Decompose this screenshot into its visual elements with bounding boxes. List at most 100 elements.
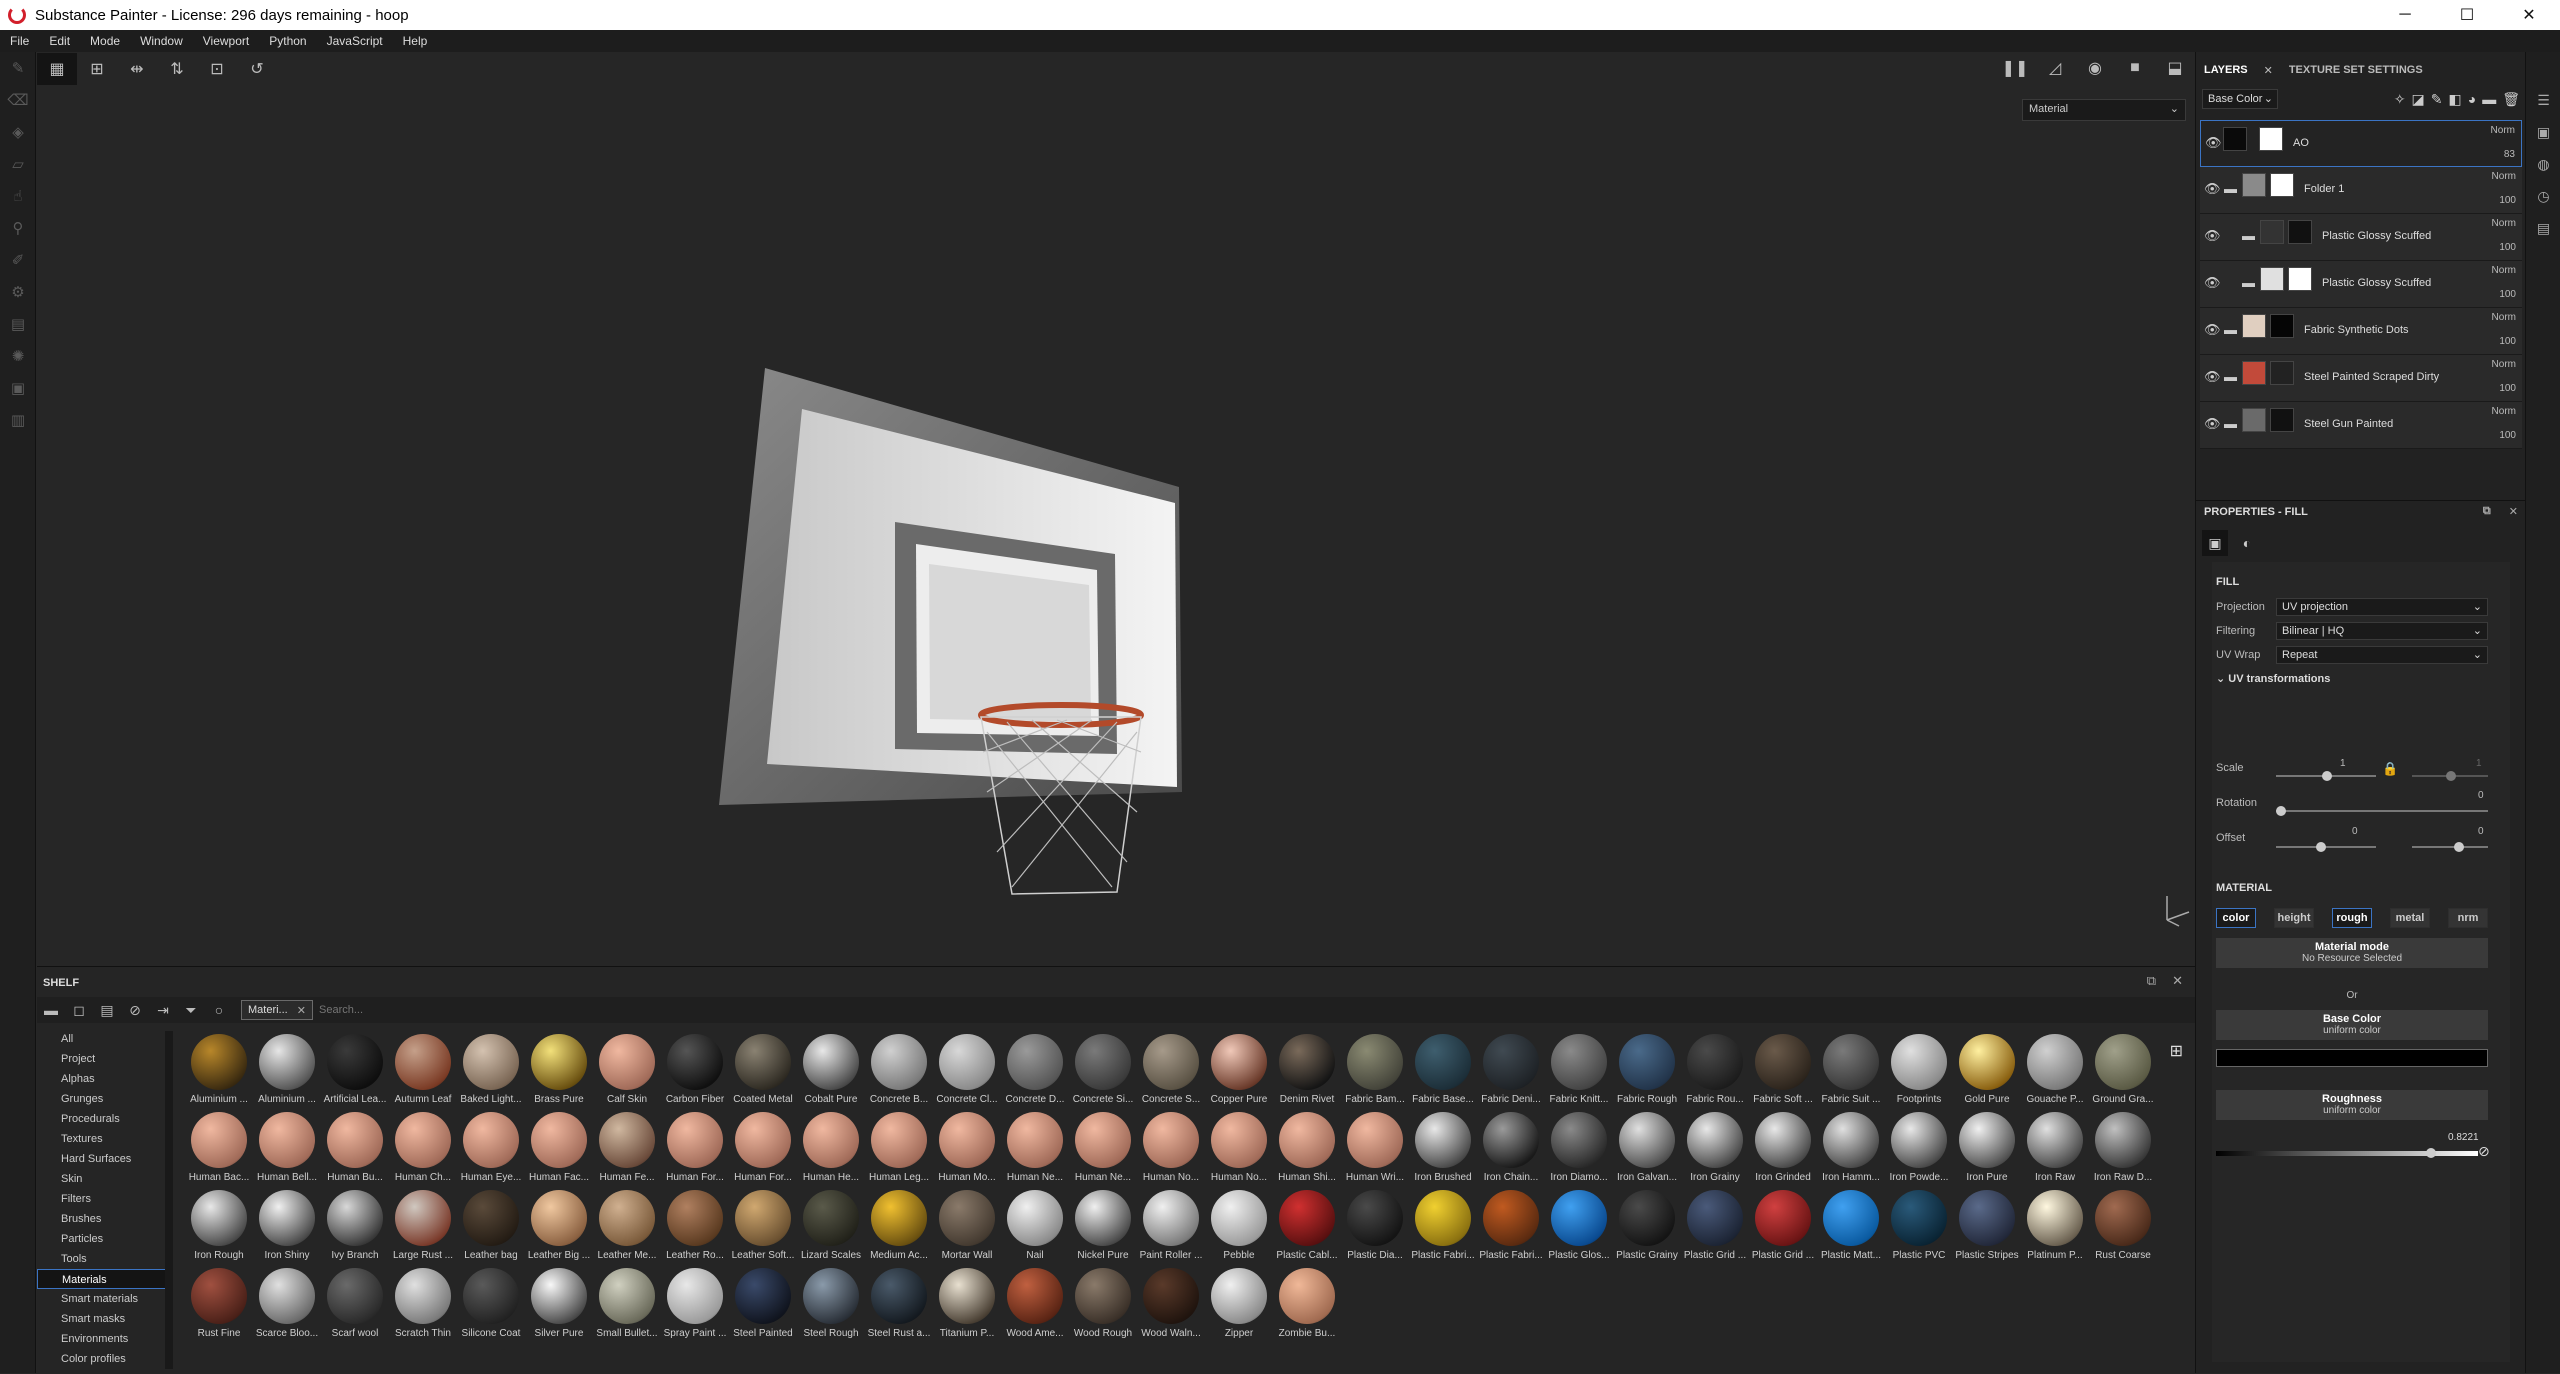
offset-y-slider[interactable] xyxy=(2412,842,2488,852)
material-thumbnail[interactable]: Coated Metal xyxy=(729,1033,797,1111)
grid-view-icon[interactable]: ▦ xyxy=(37,53,77,85)
material-thumbnail[interactable]: Human Ne... xyxy=(1069,1111,1137,1189)
smudge-tool-icon[interactable]: ☝ xyxy=(0,180,36,212)
add-folder-icon[interactable]: ▬ xyxy=(2482,91,2496,108)
material-thumbnail[interactable]: Concrete S... xyxy=(1137,1033,1205,1111)
add-fill-layer-icon[interactable]: ◧ xyxy=(2449,91,2462,108)
material-thumbnail[interactable]: Concrete B... xyxy=(865,1033,933,1111)
visibility-eye-icon[interactable]: 👁 xyxy=(2204,228,2221,244)
material-thumbnail[interactable]: Gouache P... xyxy=(2021,1033,2089,1111)
shelf-category-smart-masks[interactable]: Smart masks xyxy=(37,1309,167,1329)
hide-icon[interactable]: ⊘ xyxy=(121,997,149,1023)
uv-transformations-toggle[interactable]: ⌄ UV transformations xyxy=(2216,672,2330,685)
material-thumbnail[interactable]: Lizard Scales xyxy=(797,1189,865,1267)
material-thumbnail[interactable]: Carbon Fiber xyxy=(661,1033,729,1111)
maximize-button[interactable]: ☐ xyxy=(2436,0,2498,30)
material-thumbnail[interactable]: Human Shi... xyxy=(1273,1111,1341,1189)
category-scrollbar[interactable] xyxy=(165,1031,173,1369)
blend-mode-select[interactable]: Norm xyxy=(2492,406,2516,417)
material-thumbnail[interactable]: Plastic Fabri... xyxy=(1409,1189,1477,1267)
shelf-category-textures[interactable]: Textures xyxy=(37,1129,167,1149)
layer-row[interactable]: 👁 AO Norm 83 xyxy=(2200,120,2522,167)
filter-funnel-icon[interactable]: ⏷ xyxy=(177,997,205,1023)
material-thumbnail[interactable]: Human No... xyxy=(1205,1111,1273,1189)
material-thumbnail[interactable]: Plastic Matt... xyxy=(1817,1189,1885,1267)
blend-mode-select[interactable]: Norm xyxy=(2491,125,2515,136)
opacity-value[interactable]: 100 xyxy=(2499,383,2516,394)
align-icon[interactable]: ⇅ xyxy=(157,53,197,85)
material-thumbnail[interactable]: Footprints xyxy=(1885,1033,1953,1111)
material-thumbnail[interactable]: Steel Painted xyxy=(729,1267,797,1345)
opacity-value[interactable]: 83 xyxy=(2504,149,2515,160)
channel-toggle-height[interactable]: height xyxy=(2274,908,2314,928)
material-thumbnail[interactable]: Iron Rough xyxy=(185,1189,253,1267)
shelf-category-all[interactable]: All xyxy=(37,1029,167,1049)
material-thumbnail[interactable]: Human For... xyxy=(729,1111,797,1189)
display-settings-icon[interactable]: ◍ xyxy=(2526,148,2560,180)
add-mask-icon[interactable]: ◪ xyxy=(2412,91,2425,108)
add-paint-layer-icon[interactable]: ✎ xyxy=(2431,91,2443,108)
history-icon[interactable]: ↺ xyxy=(237,53,277,85)
offset-x-slider[interactable] xyxy=(2276,842,2376,852)
layer-row[interactable]: 👁 ▬ Plastic Glossy Scuffed Norm 100 xyxy=(2200,214,2522,261)
material-thumbnail[interactable]: Leather Ro... xyxy=(661,1189,729,1267)
material-thumbnail[interactable]: Wood Rough xyxy=(1069,1267,1137,1345)
material-thumbnail[interactable]: Rust Fine xyxy=(185,1267,253,1345)
material-thumbnail[interactable]: Titanium P... xyxy=(933,1267,1001,1345)
visibility-eye-icon[interactable]: 👁 xyxy=(2205,135,2222,151)
add-viewport-icon[interactable]: ⊡ xyxy=(197,53,237,85)
geometry-mask-icon[interactable]: ▱ xyxy=(0,148,36,180)
delete-layer-icon[interactable]: 🗑 xyxy=(2502,91,2520,108)
material-thumbnail[interactable]: Human No... xyxy=(1137,1111,1205,1189)
material-mode-box[interactable]: Material mode No Resource Selected xyxy=(2216,938,2488,968)
shelf-category-filters[interactable]: Filters xyxy=(37,1189,167,1209)
uvwrap-select[interactable]: Repeat ⌄ xyxy=(2276,646,2488,664)
blend-mode-select[interactable]: Norm xyxy=(2492,312,2516,323)
undock-icon[interactable]: ⧉ xyxy=(2483,505,2491,518)
camera-video-icon[interactable]: ■ xyxy=(2115,52,2155,84)
material-thumbnail[interactable]: Plastic Grainy xyxy=(1613,1189,1681,1267)
close-properties-icon[interactable]: ✕ xyxy=(2509,505,2518,518)
material-thumbnail[interactable]: Plastic Fabri... xyxy=(1477,1189,1545,1267)
material-thumbnail[interactable]: Wood Waln... xyxy=(1137,1267,1205,1345)
settings-gear-icon[interactable]: ⚙ xyxy=(0,276,36,308)
blend-mode-select[interactable]: Norm xyxy=(2492,265,2516,276)
add-smart-material-icon[interactable]: ◕ xyxy=(2468,91,2476,108)
opacity-value[interactable]: 100 xyxy=(2499,242,2516,253)
render-cube-icon[interactable]: ◉ xyxy=(2075,52,2115,84)
tab-layers[interactable]: LAYERS xyxy=(2196,64,2256,76)
material-thumbnail[interactable]: Nickel Pure xyxy=(1069,1189,1137,1267)
material-thumbnail[interactable]: Plastic Grid ... xyxy=(1681,1189,1749,1267)
multi-grid-icon[interactable]: ⊞ xyxy=(77,53,117,85)
material-thumbnail[interactable]: Plastic PVC xyxy=(1885,1189,1953,1267)
close-shelf-icon[interactable]: ✕ xyxy=(2172,973,2183,989)
blend-mode-select[interactable]: Norm xyxy=(2492,359,2516,370)
history-icon[interactable]: ◷ xyxy=(2526,180,2560,212)
material-thumbnail[interactable]: Human Wri... xyxy=(1341,1111,1409,1189)
material-thumbnail[interactable]: Copper Pure xyxy=(1205,1033,1273,1111)
remove-filter-icon[interactable]: ✕ xyxy=(297,1004,306,1017)
visibility-eye-icon[interactable]: 👁 xyxy=(2204,181,2221,197)
shelf-category-hard-surfaces[interactable]: Hard Surfaces xyxy=(37,1149,167,1169)
fill-properties-icon[interactable]: ▣ xyxy=(2202,530,2228,556)
projection-select[interactable]: UV projection ⌄ xyxy=(2276,598,2488,616)
layer-row[interactable]: 👁 ▬ Folder 1 Norm 100 xyxy=(2200,167,2522,214)
menu-file[interactable]: File xyxy=(0,34,39,48)
blend-mode-select[interactable]: Norm xyxy=(2492,171,2516,182)
clone-stamp-icon[interactable]: ⚲ xyxy=(0,212,36,244)
shelf-category-alphas[interactable]: Alphas xyxy=(37,1069,167,1089)
opacity-value[interactable]: 100 xyxy=(2499,289,2516,300)
close-window-button[interactable]: ✕ xyxy=(2498,0,2560,30)
material-thumbnail[interactable]: Scarf wool xyxy=(321,1267,389,1345)
menu-python[interactable]: Python xyxy=(259,34,316,48)
material-thumbnail[interactable]: Plastic Cabl... xyxy=(1273,1189,1341,1267)
material-thumbnail[interactable]: Iron Hamm... xyxy=(1817,1111,1885,1189)
opacity-value[interactable]: 100 xyxy=(2499,430,2516,441)
material-thumbnail[interactable]: Iron Galvan... xyxy=(1613,1111,1681,1189)
shelf-category-color-profiles[interactable]: Color profiles xyxy=(37,1349,167,1369)
bake-icon[interactable]: ▤ xyxy=(0,308,36,340)
scale-slider-2[interactable] xyxy=(2412,771,2488,781)
material-thumbnail[interactable]: Iron Grinded xyxy=(1749,1111,1817,1189)
material-thumbnail[interactable]: Iron Pure xyxy=(1953,1111,2021,1189)
blend-mode-select[interactable]: Norm xyxy=(2492,218,2516,229)
